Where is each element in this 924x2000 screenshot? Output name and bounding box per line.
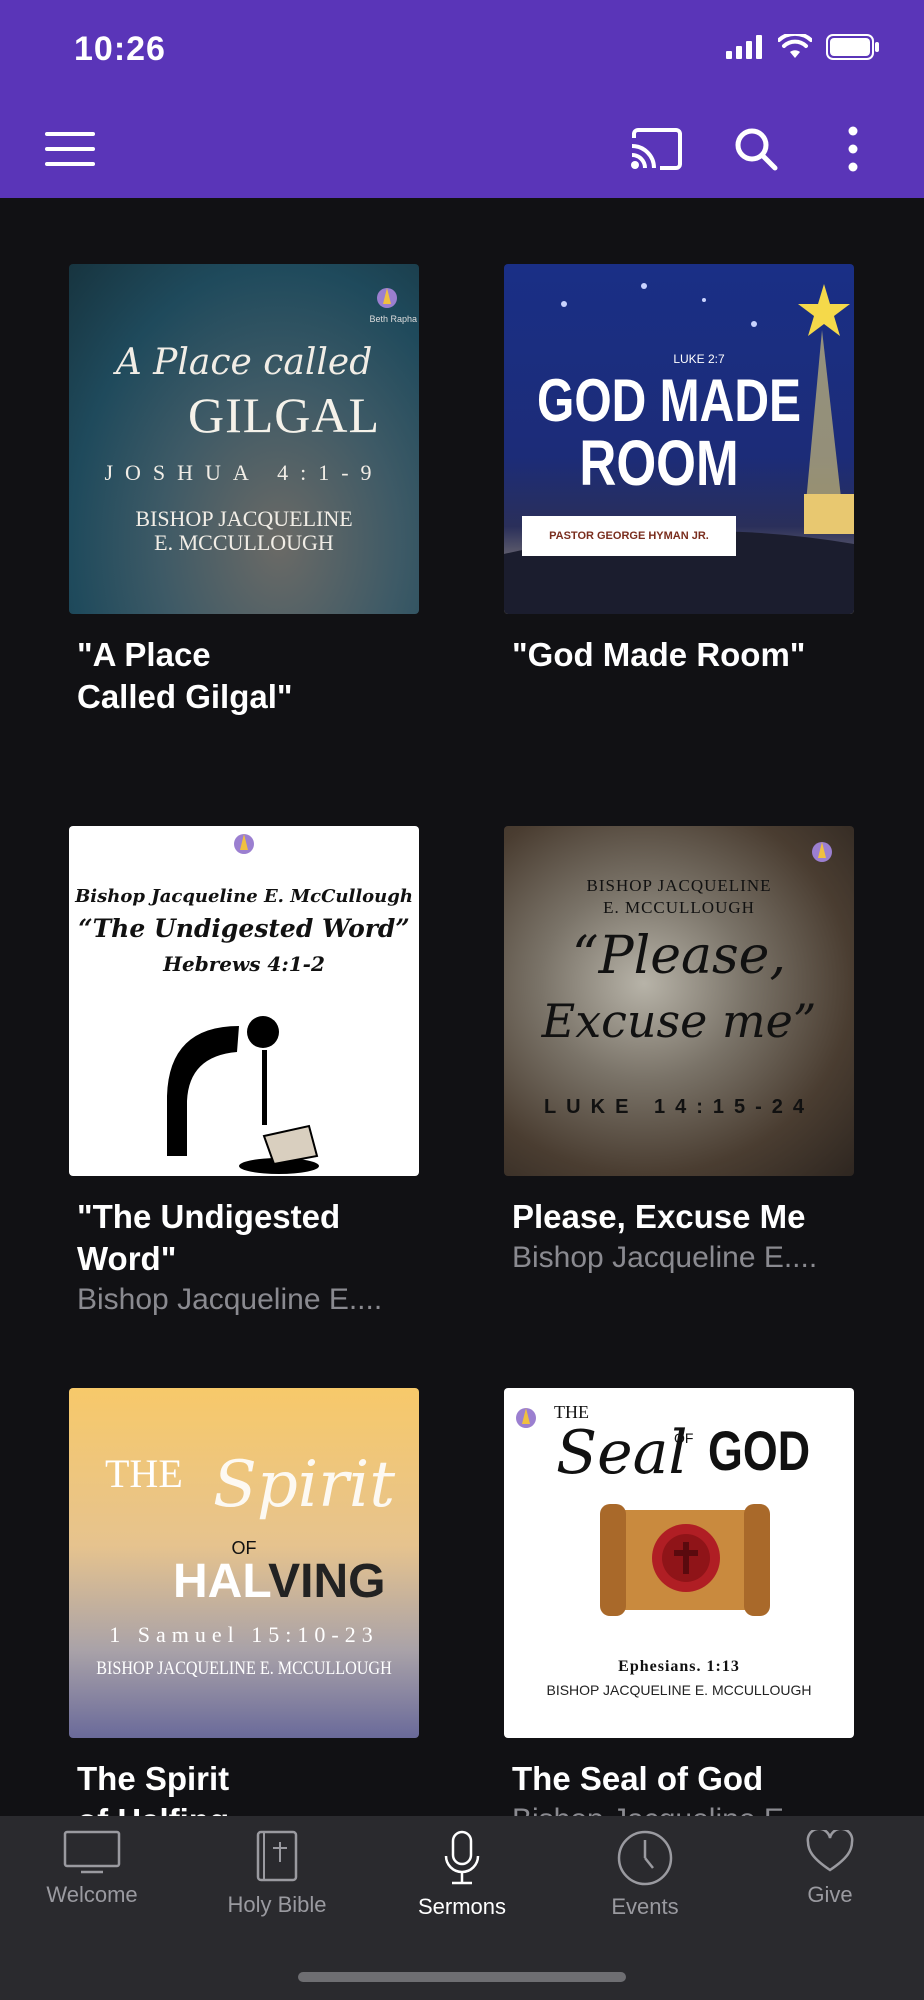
sermon-title: "A Place Called Gilgal" <box>77 636 293 715</box>
sermon-artwork: LUKE 2:7 GOD MADE ROOM PASTOR GEORGE HYM… <box>504 264 854 614</box>
tab-label: Give <box>807 1882 853 1907</box>
sermon-subtitle: Bishop Jacqueline E.... <box>512 1241 818 1274</box>
heart-icon <box>806 1830 854 1872</box>
sermon-artwork: THE Seal OF GOD Ephesians. 1:13 BISHOP J… <box>504 1388 854 1738</box>
art-author: BISHOP JACQUELINE <box>586 876 772 895</box>
sermon-card[interactable]: Beth Rapha A Place called GILGAL JOSHUA … <box>69 264 421 718</box>
sermon-title: "God Made Room" <box>512 636 806 673</box>
art-title: Excuse me” <box>541 994 817 1048</box>
sermon-artwork: Bishop Jacqueline E. McCullough “The Und… <box>69 826 419 1176</box>
tab-sermons[interactable]: Sermons <box>370 1816 554 1956</box>
art-title: Seal <box>556 1418 688 1488</box>
sermon-artwork: Beth Rapha A Place called GILGAL JOSHUA … <box>69 264 419 614</box>
art-reference: JOSHUA 4:1-9 <box>104 460 384 485</box>
art-reference: 1 Samuel 15:10-23 <box>109 1622 379 1647</box>
art-author: BISHOP JACQUELINE E. MCCULLOUGH <box>546 1682 812 1698</box>
church-logo-icon <box>234 834 254 854</box>
sermon-card[interactable]: BISHOP JACQUELINE E. MCCULLOUGH “Please,… <box>504 826 856 1278</box>
art-author: Bishop Jacqueline E. McCullough <box>75 886 413 907</box>
art-title-part: VING <box>268 1555 386 1608</box>
battery-icon <box>826 34 879 60</box>
art-author: BISHOP JACQUELINE <box>135 506 353 531</box>
art-author: E. MCCULLOUGH <box>603 898 755 917</box>
tab-holy-bible[interactable]: Holy Bible <box>185 1816 369 1956</box>
tab-label: Events <box>611 1894 679 1919</box>
art-author: BISHOP JACQUELINE E. MCCULLOUGH <box>96 1658 392 1679</box>
search-button[interactable] <box>728 120 784 178</box>
menu-icon <box>45 132 95 166</box>
clock-icon <box>617 1830 673 1886</box>
sermon-subtitle: Bishop Jacqueline E.... <box>77 1283 383 1316</box>
app-bar <box>0 100 924 198</box>
more-options-button[interactable] <box>836 120 870 178</box>
art-author: PASTOR GEORGE HYMAN JR. <box>522 516 736 556</box>
sermon-title: The Spirit of Halfing <box>77 1760 230 1816</box>
microphone-icon <box>444 1830 480 1885</box>
search-icon <box>735 128 778 171</box>
bottom-tab-bar: Welcome Holy Bible Sermons Events Give <box>0 1816 924 2000</box>
tab-label: Welcome <box>46 1882 138 1907</box>
art-script: A Place called <box>115 342 373 383</box>
art-title: Spirit <box>212 1448 396 1522</box>
tab-label: Holy Bible <box>227 1892 327 1917</box>
tab-events[interactable]: Events <box>553 1816 737 1956</box>
signal-icon <box>726 35 762 59</box>
art-title: GOD MADE <box>537 367 801 434</box>
tab-label: Sermons <box>417 1894 507 1919</box>
sermon-title: "The Undigested Word" <box>77 1198 341 1277</box>
sermon-card[interactable]: THE Spirit OF HALVING 1 Samuel 15:10-23 … <box>69 1388 421 1816</box>
art-title-part: HAL <box>173 1555 269 1608</box>
art-author: E. MCCULLOUGH <box>154 530 334 555</box>
art-reference: Hebrews 4:1-2 <box>163 952 325 976</box>
status-bar: 10:26 <box>0 0 924 100</box>
bowing-figure-illustration <box>167 1016 319 1174</box>
bible-icon <box>256 1830 298 1882</box>
status-time: 10:26 <box>74 30 166 68</box>
sermon-card[interactable]: LUKE 2:7 GOD MADE ROOM PASTOR GEORGE HYM… <box>504 264 856 676</box>
sermon-card[interactable]: Bishop Jacqueline E. McCullough “The Und… <box>69 826 421 1320</box>
tab-welcome[interactable]: Welcome <box>0 1816 184 1956</box>
art-reference: LUKE 14:15-24 <box>543 1096 815 1118</box>
sermon-title: The Seal of God <box>512 1760 764 1797</box>
art-title: HALVING <box>173 1554 385 1609</box>
art-title: GOD <box>708 1419 811 1482</box>
art-title: “Please, <box>572 926 786 986</box>
scroll-seal-illustration <box>600 1504 770 1616</box>
art-title: GILGAL <box>187 387 381 443</box>
art-title: ROOM <box>579 427 739 499</box>
monitor-icon <box>63 1830 121 1874</box>
sermon-subtitle: Bishop Jacqueline E.... <box>504 1800 856 1816</box>
home-indicator <box>298 1972 626 1982</box>
church-logo-icon <box>516 1408 536 1428</box>
cast-icon <box>631 128 682 170</box>
art-reference: Ephesians. 1:13 <box>618 1658 740 1675</box>
cast-button[interactable] <box>624 120 688 178</box>
church-badge: Beth Rapha <box>369 314 417 324</box>
church-logo-icon <box>812 842 832 862</box>
art-title: OF <box>674 1430 694 1446</box>
sermons-grid: Beth Rapha A Place called GILGAL JOSHUA … <box>0 198 924 1816</box>
sermon-artwork: THE Spirit OF HALVING 1 Samuel 15:10-23 … <box>69 1388 419 1738</box>
status-icons <box>726 34 880 60</box>
more-vert-icon <box>848 126 858 172</box>
sermon-artwork: BISHOP JACQUELINE E. MCCULLOUGH “Please,… <box>504 826 854 1176</box>
menu-button[interactable] <box>40 124 100 174</box>
tab-give[interactable]: Give <box>738 1816 922 1956</box>
sermon-title: Please, Excuse Me <box>512 1198 806 1235</box>
wifi-icon <box>778 34 812 58</box>
art-title: “The Undigested Word” <box>78 914 410 943</box>
sermon-card[interactable]: THE Seal OF GOD Ephesians. 1:13 BISHOP J… <box>504 1388 856 1816</box>
art-reference: LUKE 2:7 <box>673 352 725 366</box>
